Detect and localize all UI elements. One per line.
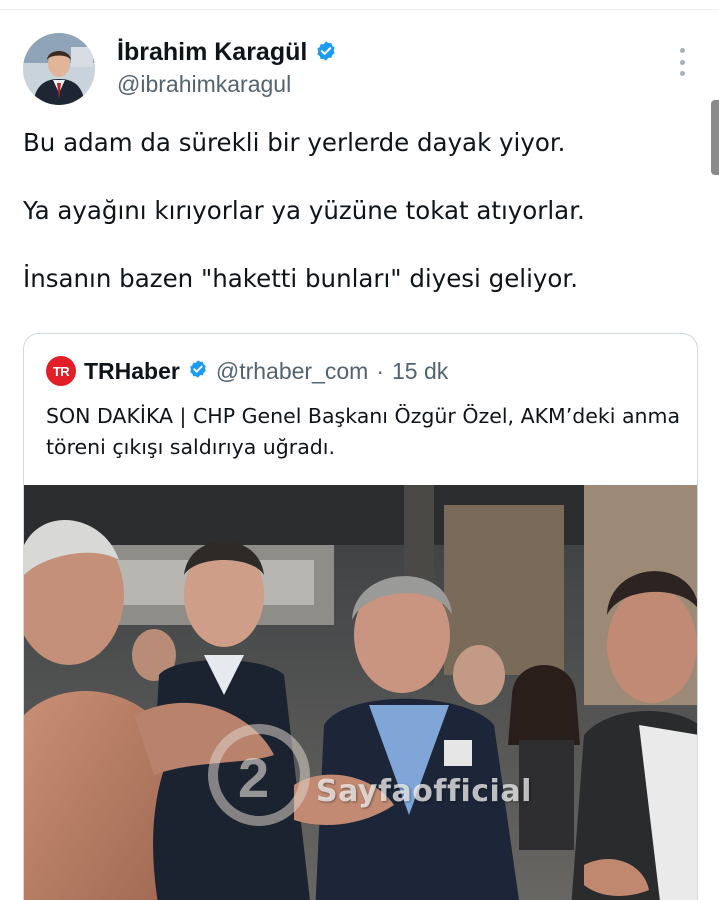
more-options-icon[interactable]	[672, 48, 692, 76]
svg-text:2: 2	[238, 746, 269, 809]
tweet-line: Ya ayağını kırıyorlar ya yüzüne tokat at…	[23, 196, 585, 225]
quoted-author-name[interactable]: TRHaber	[84, 358, 180, 385]
scrollbar[interactable]	[711, 100, 719, 175]
separator-dot: ·	[376, 357, 384, 384]
trhaber-logo-icon: TR	[46, 356, 76, 386]
author-name[interactable]: İbrahim Karagül	[117, 38, 307, 67]
avatar[interactable]	[23, 33, 95, 105]
quoted-tweet-text: SON DAKİKA | CHP Genel Başkanı Özgür Öze…	[46, 404, 681, 459]
quoted-tweet-header: TR TRHaber @trhaber_com · 15 dk	[46, 356, 448, 386]
top-divider	[0, 0, 719, 10]
verified-badge-icon	[188, 359, 208, 383]
tweet-line: Bu adam da sürekli bir yerlerde dayak yi…	[23, 128, 566, 157]
quoted-author-handle[interactable]: @trhaber_com	[216, 358, 368, 385]
author-block: İbrahim Karagül @ibrahimkaragul	[117, 38, 337, 98]
quoted-timestamp[interactable]: 15 dk	[392, 358, 448, 385]
media-scene: 2	[24, 485, 697, 900]
verified-badge-icon	[315, 40, 337, 66]
video-watermark: Sayfaofficial	[316, 774, 532, 809]
author-handle[interactable]: @ibrahimkaragul	[117, 71, 337, 98]
quoted-media-video[interactable]: 2 Sayfaofficial	[24, 485, 697, 900]
tweet-text: Bu adam da sürekli bir yerlerde dayak yi…	[23, 124, 693, 298]
tweet-line: İnsanın bazen "haketti bunları" diyesi g…	[23, 264, 578, 293]
quoted-tweet[interactable]: TR TRHaber @trhaber_com · 15 dk SON DAKİ…	[23, 333, 698, 900]
